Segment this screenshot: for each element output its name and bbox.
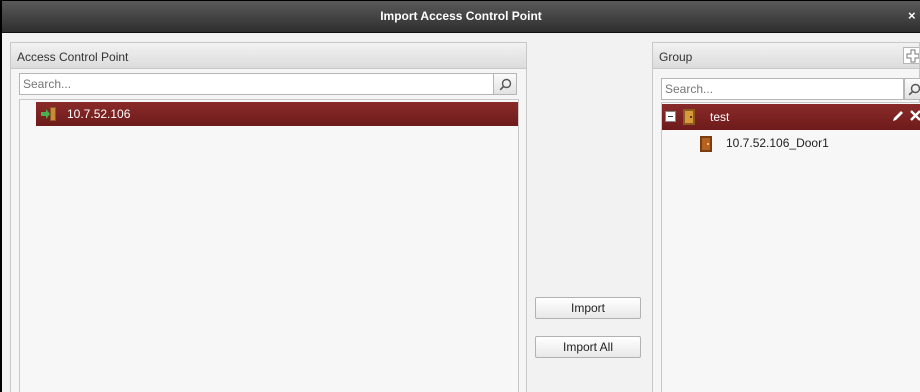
group-label: test — [710, 110, 730, 124]
collapse-icon[interactable] — [665, 111, 676, 122]
left-tree: 10.7.52.106 — [19, 99, 519, 392]
import-all-button[interactable]: Import All — [535, 336, 641, 358]
group-title: Group — [659, 50, 693, 64]
tree-item-device[interactable]: 10.7.52.106 — [36, 102, 518, 126]
dialog-title: Import Access Control Point — [380, 9, 542, 23]
device-label: 10.7.52.106 — [67, 107, 131, 121]
access-control-point-title: Access Control Point — [17, 50, 129, 64]
import-access-control-point-dialog: Import Access Control Point × Access Con… — [0, 0, 920, 392]
device-import-icon — [41, 107, 57, 124]
left-search-input[interactable] — [20, 74, 502, 94]
door-icon — [700, 136, 712, 155]
right-search-field[interactable] — [661, 78, 904, 100]
title-bar[interactable]: Import Access Control Point × — [2, 1, 920, 33]
import-button[interactable]: Import — [535, 297, 641, 319]
tree-item-door[interactable]: 10.7.52.106_Door1 — [662, 131, 920, 155]
search-icon — [908, 83, 920, 96]
search-icon — [499, 78, 512, 91]
right-search-button[interactable] — [904, 78, 920, 100]
right-tree: test 10.7.52.106_Door1 — [661, 102, 920, 392]
door-label: 10.7.52.106_Door1 — [726, 136, 829, 150]
access-control-point-header: Access Control Point — [11, 43, 526, 69]
delete-icon[interactable] — [910, 110, 920, 124]
group-door-icon — [683, 109, 695, 128]
right-search-input[interactable] — [662, 79, 903, 99]
add-group-icon[interactable] — [903, 47, 919, 64]
left-search-field[interactable] — [19, 73, 503, 95]
tree-item-group[interactable]: test — [662, 104, 920, 130]
access-control-point-panel: Access Control Point 10.7.52.106 — [10, 42, 527, 392]
group-header: Group — [653, 43, 919, 69]
edit-icon[interactable] — [892, 110, 904, 125]
close-icon[interactable]: × — [908, 8, 920, 23]
group-panel: Group Search... test 10.7.52.106_Door1 — [652, 42, 920, 392]
left-search-button[interactable] — [493, 73, 517, 95]
